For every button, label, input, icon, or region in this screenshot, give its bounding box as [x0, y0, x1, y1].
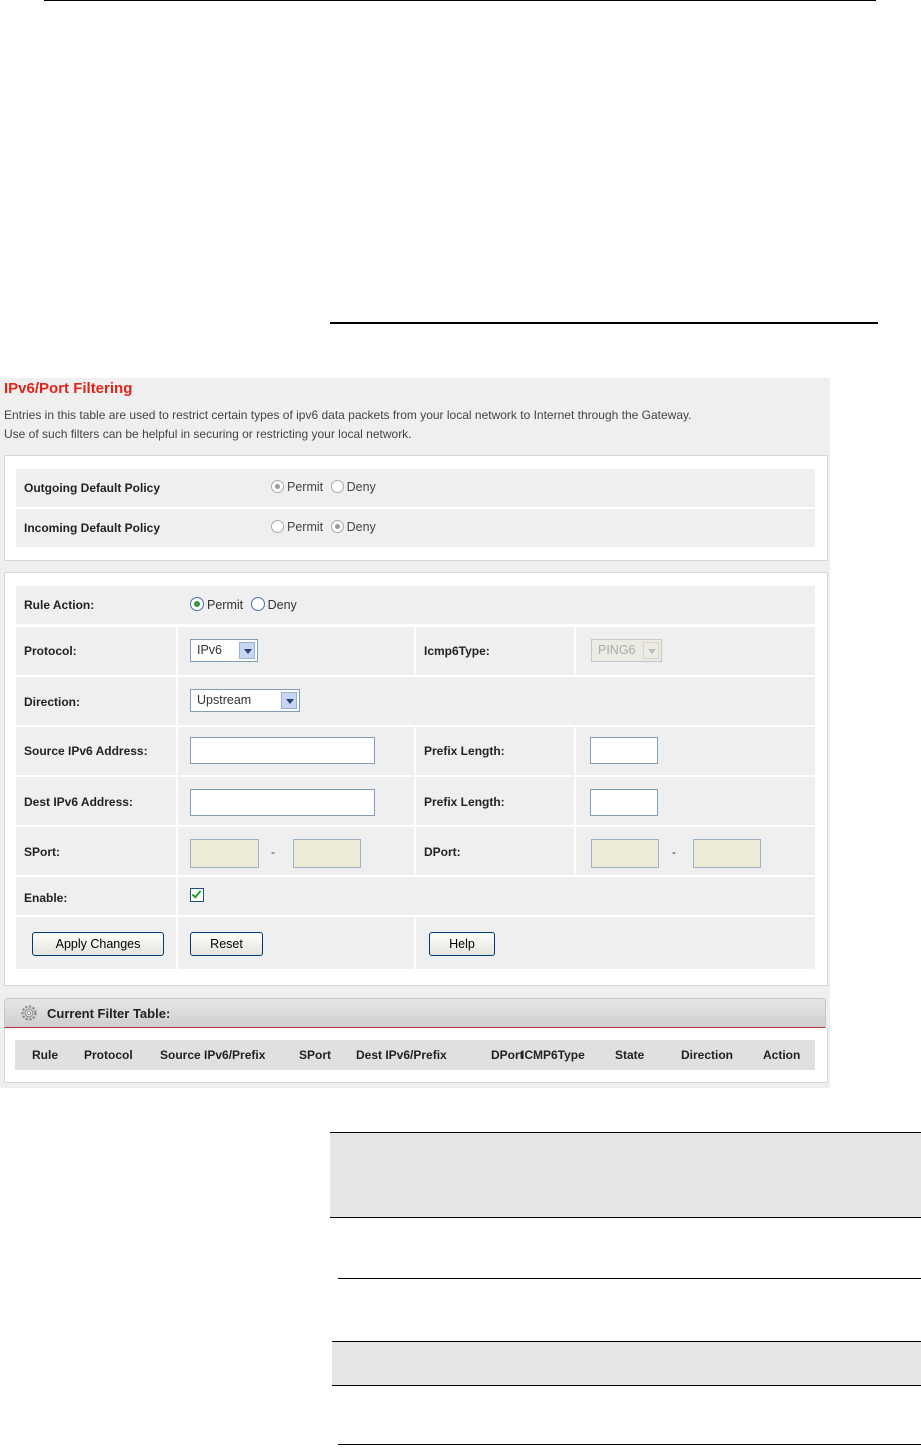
- incoming-policy-row: Incoming Default Policy Permit Deny: [16, 509, 815, 547]
- protocol-select[interactable]: IPv6: [190, 639, 258, 662]
- source-prefix-input[interactable]: [590, 737, 658, 764]
- document-table-section-band: [332, 1341, 921, 1386]
- outgoing-policy-row: Outgoing Default Policy Permit Deny: [16, 469, 815, 507]
- page-title: IPv6/Port Filtering: [4, 380, 133, 397]
- icmp6type-label: Icmp6Type:: [424, 644, 490, 658]
- protocol-value: IPv6: [197, 643, 223, 657]
- page-divider-top: [44, 0, 876, 1]
- column-header-state: State: [615, 1048, 645, 1062]
- filter-table-title: Current Filter Table:: [47, 1006, 171, 1021]
- column-header-action: Action: [763, 1048, 801, 1062]
- incoming-deny-label: Deny: [346, 520, 376, 534]
- dest-address-label: Dest IPv6 Address:: [24, 795, 133, 809]
- column-header-icmp6type: ICMP6Type: [521, 1048, 585, 1062]
- dport-end-input[interactable]: [693, 839, 761, 868]
- dest-row: Dest IPv6 Address: Prefix Length:: [16, 777, 815, 825]
- buttons-row: Apply Changes Reset Help: [16, 917, 815, 969]
- dest-prefix-label: Prefix Length:: [424, 795, 505, 809]
- filter-table-columns: Rule Protocol Source IPv6/Prefix SPort D…: [15, 1040, 815, 1070]
- direction-row: Direction: Upstream: [16, 677, 815, 725]
- protocol-row: Protocol: IPv6 Icmp6Type: PING6: [16, 627, 815, 675]
- outgoing-permit-radio[interactable]: [271, 480, 284, 493]
- rule-form-box: Rule Action: Permit Deny Protocol: IPv6 …: [4, 572, 828, 986]
- rule-deny-radio[interactable]: [250, 597, 265, 611]
- enable-checkbox[interactable]: [190, 888, 204, 902]
- icmp6type-select[interactable]: PING6: [591, 639, 662, 662]
- icmp6type-value: PING6: [598, 643, 636, 657]
- default-policy-box: Outgoing Default Policy Permit Deny Inco…: [4, 455, 828, 561]
- sport-start-input[interactable]: [190, 839, 259, 868]
- outgoing-policy-options: Permit Deny: [271, 480, 376, 494]
- direction-label: Direction:: [24, 695, 81, 709]
- column-header-dest: Dest IPv6/Prefix: [356, 1048, 447, 1062]
- incoming-deny-radio[interactable]: [330, 520, 344, 533]
- enable-row: Enable:: [16, 877, 815, 915]
- chevron-down-icon: [281, 692, 297, 709]
- page-divider-middle: [330, 322, 878, 324]
- sport-end-input[interactable]: [293, 839, 361, 868]
- document-table-divider: [338, 1278, 921, 1279]
- document-table-divider: [338, 1444, 921, 1445]
- apply-changes-button[interactable]: Apply Changes: [32, 932, 164, 956]
- direction-select[interactable]: Upstream: [190, 689, 300, 712]
- sport-range-separator: -: [271, 845, 275, 859]
- dport-label: DPort:: [424, 845, 461, 859]
- outgoing-deny-radio[interactable]: [330, 480, 344, 493]
- column-header-sport: SPort: [299, 1048, 332, 1062]
- description-line-2: Use of such filters can be helpful in se…: [4, 427, 412, 441]
- outgoing-deny-label: Deny: [346, 480, 376, 494]
- dest-address-input[interactable]: [190, 789, 375, 816]
- reset-button[interactable]: Reset: [190, 932, 263, 956]
- incoming-permit-label: Permit: [287, 520, 324, 534]
- rule-action-options: Permit Deny: [190, 597, 297, 612]
- chevron-down-icon: [239, 642, 255, 659]
- help-button[interactable]: Help: [429, 932, 495, 956]
- gear-icon: [21, 1005, 37, 1021]
- column-header-rule: Rule: [32, 1048, 59, 1062]
- column-header-direction: Direction: [681, 1048, 734, 1062]
- dest-prefix-input[interactable]: [590, 789, 658, 816]
- dport-range-separator: -: [672, 845, 676, 859]
- incoming-policy-label: Incoming Default Policy: [24, 521, 161, 535]
- rule-permit-label: Permit: [207, 598, 244, 612]
- protocol-label: Protocol:: [24, 644, 77, 658]
- description-line-1: Entries in this table are used to restri…: [4, 408, 692, 422]
- incoming-policy-options: Permit Deny: [271, 520, 376, 534]
- source-prefix-label: Prefix Length:: [424, 744, 505, 758]
- chevron-down-icon: [643, 642, 659, 659]
- enable-label: Enable:: [24, 891, 68, 905]
- rule-permit-radio[interactable]: [190, 597, 204, 611]
- port-row: SPort: - DPort: -: [16, 827, 815, 875]
- incoming-permit-radio[interactable]: [271, 520, 284, 533]
- column-header-protocol: Protocol: [84, 1048, 133, 1062]
- filter-table-header-bar: Current Filter Table:: [4, 998, 826, 1028]
- dport-start-input[interactable]: [591, 839, 659, 868]
- rule-action-row: Rule Action: Permit Deny: [16, 586, 815, 624]
- source-address-label: Source IPv6 Address:: [24, 744, 148, 758]
- direction-value: Upstream: [197, 693, 252, 707]
- rule-action-label: Rule Action:: [24, 598, 95, 612]
- document-table-header-band: [330, 1132, 921, 1218]
- source-address-input[interactable]: [190, 737, 375, 764]
- sport-label: SPort:: [24, 845, 60, 859]
- rule-deny-label: Deny: [267, 598, 297, 612]
- column-header-source: Source IPv6/Prefix: [160, 1048, 266, 1062]
- column-header-dport: DPort: [491, 1048, 524, 1062]
- outgoing-permit-label: Permit: [287, 480, 324, 494]
- source-row: Source IPv6 Address: Prefix Length:: [16, 727, 815, 775]
- outgoing-policy-label: Outgoing Default Policy: [24, 481, 161, 495]
- page-description: Entries in this table are used to restri…: [4, 406, 830, 444]
